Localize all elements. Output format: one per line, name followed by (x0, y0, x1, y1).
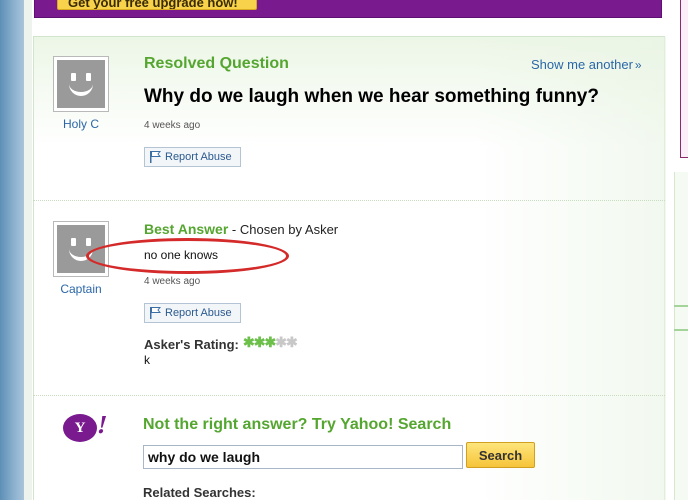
window-left-edge (0, 0, 24, 500)
best-answer-heading: Best Answer - Chosen by Asker (144, 221, 338, 237)
yahoo-logo-icon[interactable]: Y (63, 414, 97, 442)
chosen-by-text: - Chosen by Asker (228, 222, 339, 237)
double-chevron-right-icon: » (634, 58, 642, 72)
question-timestamp: 4 weeks ago (144, 120, 201, 131)
upgrade-button[interactable]: Get your free upgrade now! (57, 0, 257, 10)
asker-avatar[interactable] (53, 56, 109, 112)
best-answer-label: Best Answer (144, 221, 229, 237)
section-divider (33, 200, 665, 201)
show-me-another-link[interactable]: Show me another» (531, 57, 642, 72)
search-input[interactable] (143, 445, 463, 469)
resolved-question-heading: Resolved Question (144, 55, 289, 72)
sidebar-divider (674, 305, 688, 307)
answerer-name-link[interactable]: Captain (46, 282, 116, 296)
asker-name-link[interactable]: Holy C (46, 117, 116, 131)
answer-timestamp: 4 weeks ago (144, 276, 201, 287)
flag-icon (150, 307, 161, 319)
right-ad-box (680, 0, 688, 158)
rating-comment: k (144, 353, 150, 367)
default-avatar-icon (57, 60, 105, 108)
search-button[interactable]: Search (466, 442, 535, 468)
star-filled-icon: ✱ (243, 334, 255, 350)
section-divider (33, 395, 665, 396)
question-title: Why do we laugh when we hear something f… (144, 86, 599, 107)
report-abuse-label: Report Abuse (165, 151, 232, 163)
rating-stars: ✱✱✱✱✱ (243, 334, 298, 351)
show-another-label: Show me another (531, 57, 633, 72)
star-filled-icon: ✱ (253, 334, 266, 350)
right-sidebar-panel (674, 172, 688, 500)
flag-icon (150, 151, 161, 163)
star-filled-icon: ✱ (264, 334, 276, 350)
sidebar-divider (674, 329, 688, 331)
upgrade-banner: Get your free upgrade now! (34, 0, 662, 18)
related-searches-heading: Related Searches: (143, 485, 256, 500)
report-abuse-button[interactable]: Report Abuse (144, 147, 241, 167)
left-gutter (24, 0, 32, 500)
search-prompt-heading: Not the right answer? Try Yahoo! Search (143, 416, 452, 433)
star-empty-icon: ✱ (285, 334, 298, 350)
report-abuse-label: Report Abuse (165, 307, 232, 319)
highlight-circle (86, 238, 289, 274)
askers-rating-label: Asker's Rating: (144, 337, 239, 352)
star-empty-icon: ✱ (275, 334, 287, 350)
report-abuse-button[interactable]: Report Abuse (144, 303, 241, 323)
